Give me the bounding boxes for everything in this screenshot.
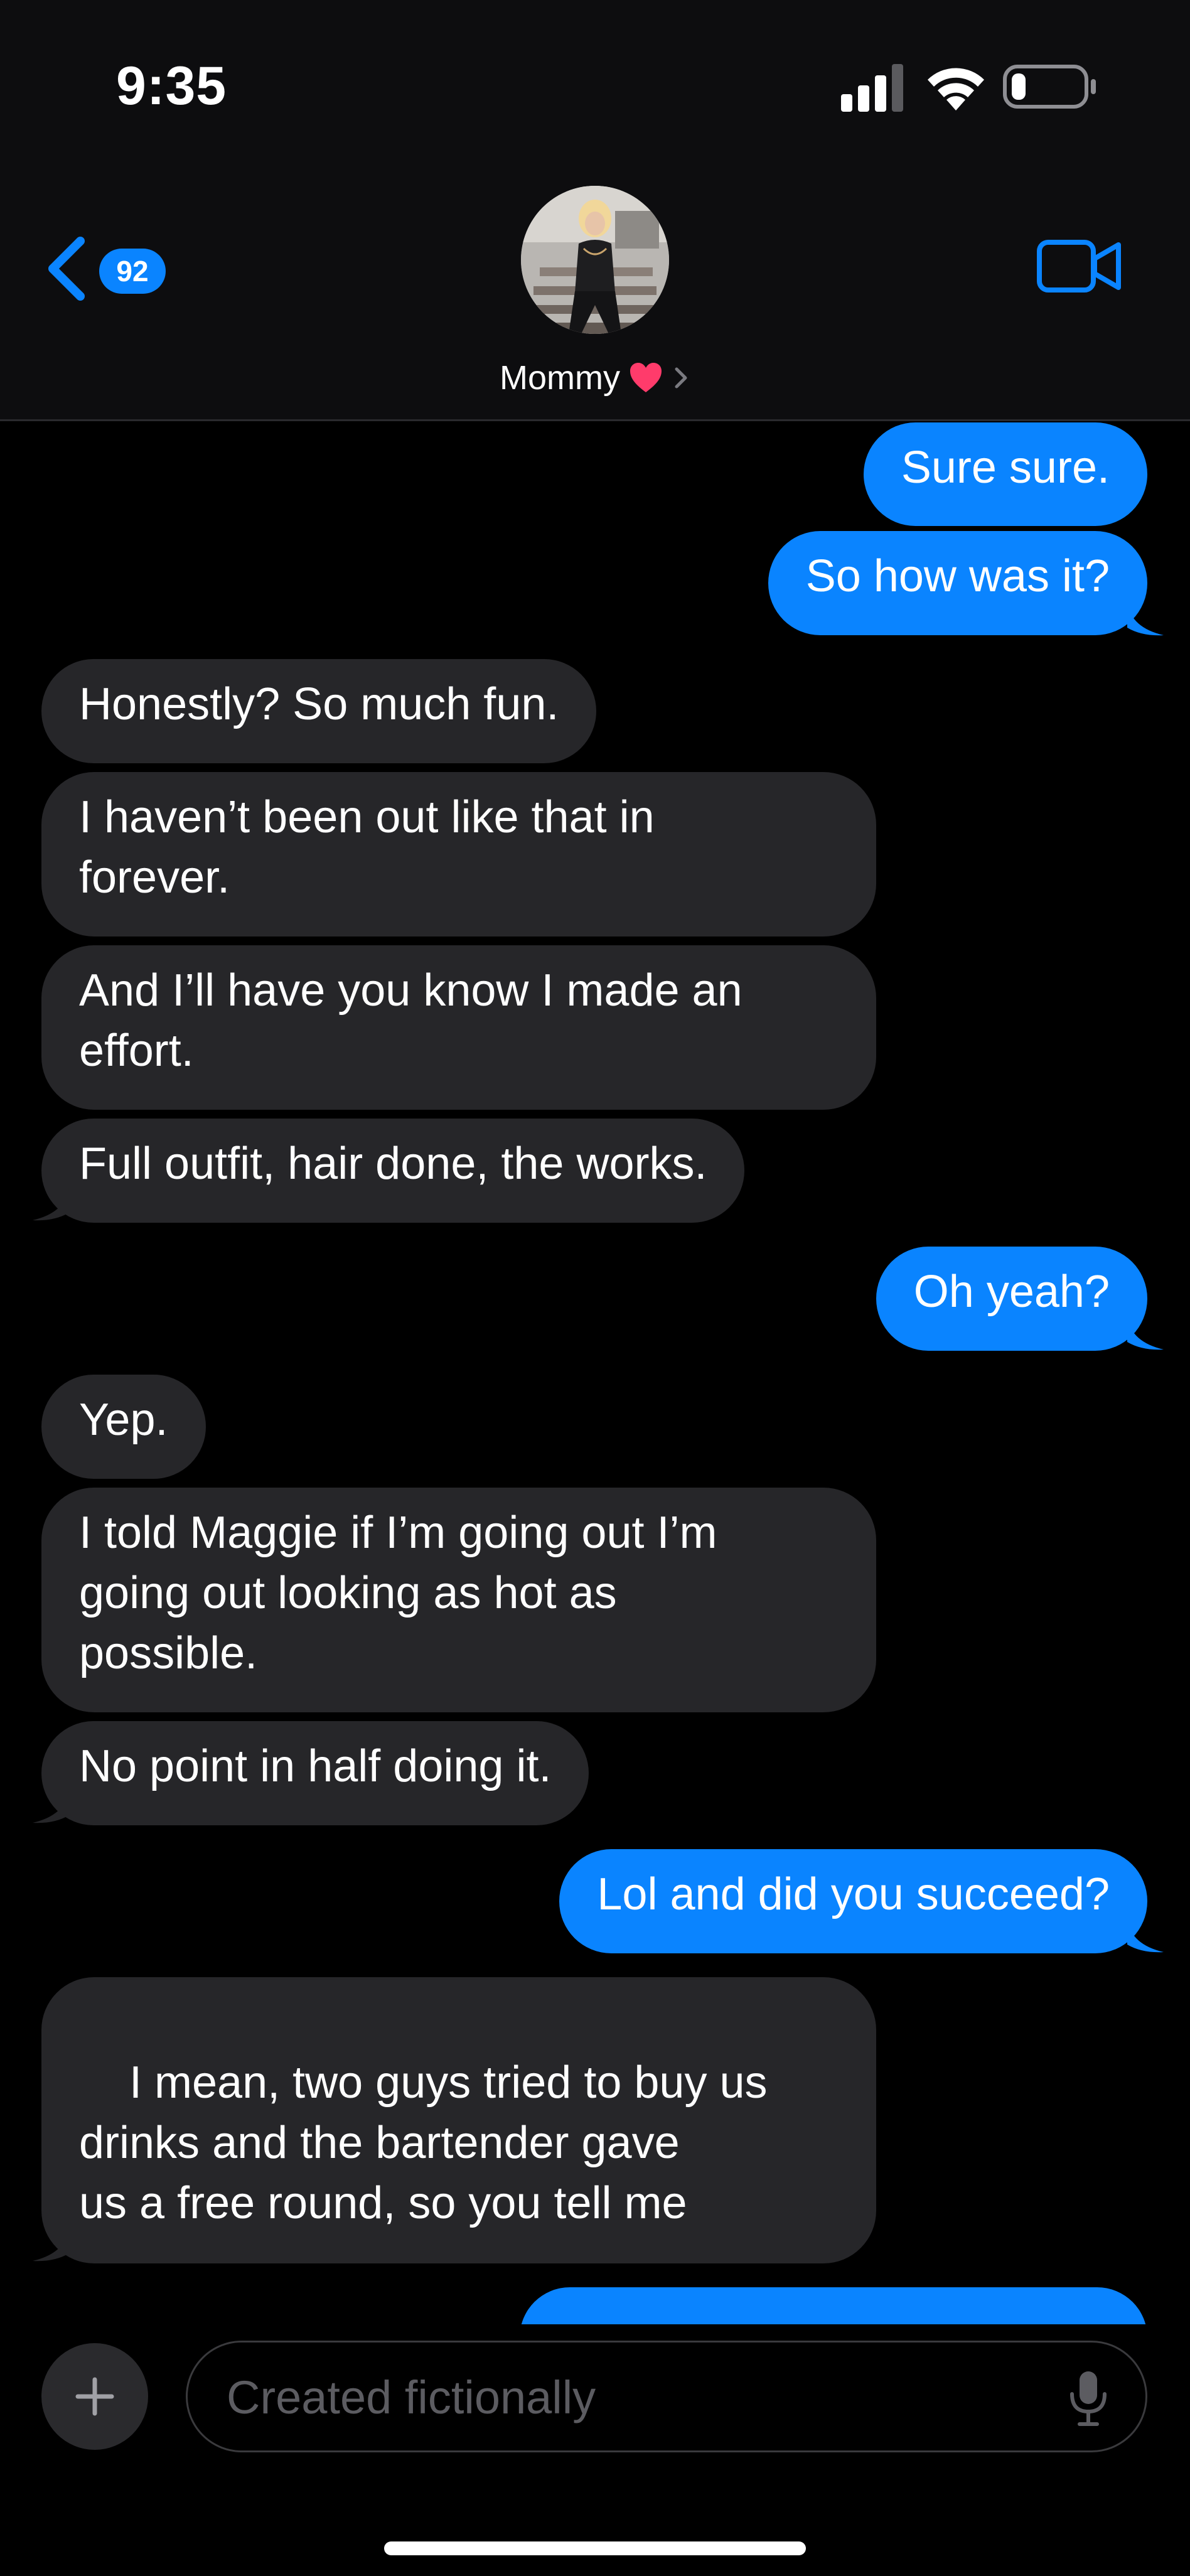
outgoing-message[interactable]: So how was it? xyxy=(768,531,1147,635)
incoming-message[interactable]: Honestly? So much fun. xyxy=(41,659,597,763)
conversation-header: 92 Mommy xyxy=(0,163,1190,421)
incoming-message[interactable]: I mean, two guys tried to buy us drinks … xyxy=(41,1977,876,2263)
battery-low-icon xyxy=(1003,65,1096,109)
wifi-icon xyxy=(928,68,984,110)
outgoing-message[interactable]: Oh yeah? xyxy=(876,1247,1147,1351)
incoming-message[interactable]: I told Maggie if I’m going out I’m going… xyxy=(41,1488,876,1712)
bubble-tail xyxy=(1127,1919,1164,1953)
contact-name: Mommy xyxy=(500,359,620,397)
bubble-tail xyxy=(1127,1317,1164,1350)
contact-photo xyxy=(521,186,669,334)
bubble-tail xyxy=(33,1790,69,1823)
incoming-message[interactable]: Yep. xyxy=(41,1375,206,1479)
message-text: I mean, two guys tried to buy us drinks … xyxy=(79,2058,768,2228)
message-input-container[interactable] xyxy=(186,2341,1147,2452)
add-attachment-button[interactable] xyxy=(41,2343,148,2450)
video-camera-icon[interactable] xyxy=(1036,233,1123,299)
outgoing-message[interactable]: Lol and did you succeed? xyxy=(559,1849,1147,1953)
bubble-tail xyxy=(33,1188,69,1221)
back-button[interactable]: 92 xyxy=(44,231,169,306)
cellular-signal-icon xyxy=(841,64,903,112)
outgoing-message[interactable] xyxy=(520,2287,1147,2324)
bubble-tail xyxy=(1127,603,1164,636)
status-time: 9:35 xyxy=(116,56,227,116)
microphone-icon[interactable] xyxy=(1057,2366,1120,2429)
bubble-tail xyxy=(33,2228,69,2262)
incoming-message[interactable]: Full outfit, hair done, the works. xyxy=(41,1119,745,1223)
home-indicator xyxy=(384,2541,806,2555)
chevron-left-icon xyxy=(48,237,85,301)
plus-icon xyxy=(75,2377,114,2416)
status-bar: 9:35 xyxy=(0,0,1190,163)
message-list[interactable]: Sure sure. So how was it? Honestly? So m… xyxy=(0,419,1190,2324)
unread-count-badge: 92 xyxy=(99,249,166,294)
chevron-right-icon xyxy=(675,367,687,389)
avatar[interactable] xyxy=(521,186,669,334)
contact-details-button[interactable]: Mommy xyxy=(402,352,788,404)
incoming-message[interactable]: No point in half doing it. xyxy=(41,1721,589,1825)
heart-icon xyxy=(630,363,662,392)
incoming-message[interactable]: And I’ll have you know I made an effort. xyxy=(41,945,876,1110)
incoming-message[interactable]: I haven’t been out like that in forever. xyxy=(41,772,876,936)
message-input[interactable] xyxy=(225,2343,1044,2452)
outgoing-message[interactable]: Sure sure. xyxy=(863,422,1147,526)
composer-bar xyxy=(0,2324,1190,2576)
